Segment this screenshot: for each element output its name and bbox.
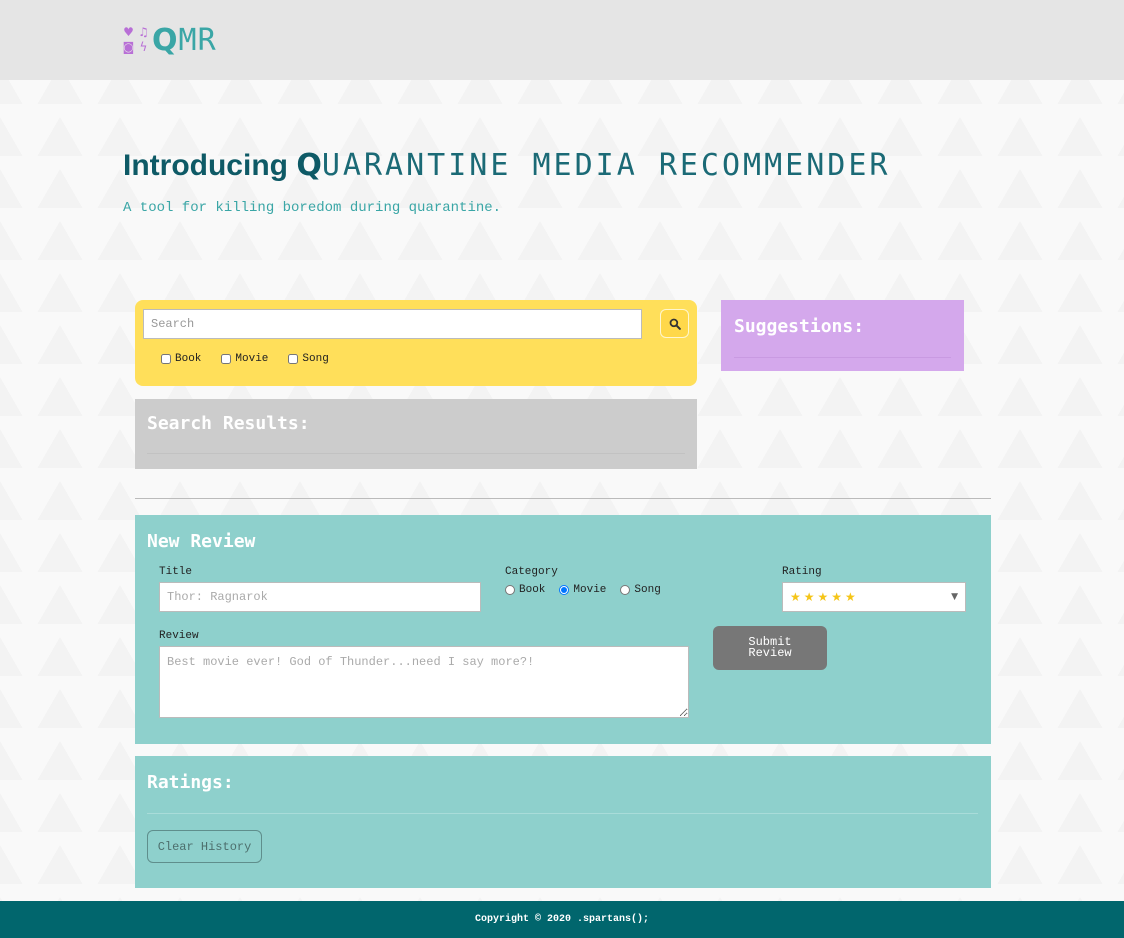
filter-movie-checkbox[interactable] (221, 354, 232, 364)
logo-text: QMR (152, 22, 217, 58)
divider (734, 357, 951, 358)
title-label: Title (159, 566, 193, 578)
search-panel: Book Movie Song (135, 300, 697, 386)
top-bar: ♥ ♫ ◙ ϟ QMR (0, 0, 1124, 80)
review-textarea[interactable] (159, 646, 689, 718)
rating-stars: ★★★★★ (790, 590, 859, 604)
footer: Copyright © 2020 .spartans(); (0, 901, 1124, 938)
filter-book-checkbox[interactable] (161, 354, 171, 364)
search-input[interactable] (143, 309, 642, 339)
logo-icon-group: ♥ ♫ ◙ ϟ (122, 26, 150, 54)
filter-movie[interactable]: Movie (221, 353, 268, 365)
suggestions-panel: Suggestions: (721, 300, 964, 371)
heart-icon: ♥ (123, 25, 134, 39)
bolt-icon: ϟ (139, 40, 148, 54)
divider (147, 813, 978, 814)
copyright-text: Copyright © 2020 .spartans(); (474, 914, 650, 925)
category-label: Category (505, 566, 558, 578)
review-label: Review (159, 630, 199, 642)
category-book[interactable]: Book (505, 584, 545, 596)
search-filters: Book Movie Song (161, 353, 329, 365)
new-review-panel: New Review Title Category Book Movie Son… (135, 515, 991, 744)
search-results-panel: Search Results: (135, 399, 697, 469)
rating-label: Rating (782, 566, 822, 578)
music-icon: ♫ (138, 25, 149, 39)
category-options: Book Movie Song (505, 584, 661, 596)
new-review-title: New Review (147, 531, 256, 552)
title-field[interactable] (159, 582, 481, 612)
submit-review-button[interactable]: Submit Review (713, 626, 827, 670)
category-movie[interactable]: Movie (559, 584, 606, 596)
category-book-radio[interactable] (505, 585, 515, 595)
category-song[interactable]: Song (620, 584, 661, 596)
ratings-panel: Ratings: Clear History (135, 756, 991, 888)
page-title: Introducing QUARANTINE MEDIA RECOMMENDER (123, 148, 891, 183)
suggestions-title: Suggestions: (734, 316, 865, 337)
logo[interactable]: ♥ ♫ ◙ ϟ QMR (122, 22, 217, 58)
search-button[interactable] (660, 309, 689, 338)
ratings-title: Ratings: (147, 772, 234, 793)
filter-song[interactable]: Song (288, 353, 329, 365)
section-divider (135, 498, 991, 499)
filter-song-checkbox[interactable] (288, 354, 299, 364)
chevron-down-icon: ▼ (951, 592, 958, 602)
search-results-title: Search Results: (147, 413, 310, 434)
clear-history-button[interactable]: Clear History (147, 830, 262, 863)
rating-select[interactable]: ★★★★★ ▼ (782, 582, 966, 612)
category-song-radio[interactable] (620, 585, 631, 595)
filter-book[interactable]: Book (161, 353, 201, 365)
category-movie-radio[interactable] (559, 585, 570, 595)
divider (147, 453, 685, 454)
camera-icon: ◙ (122, 40, 135, 54)
search-icon (669, 318, 681, 330)
page-subtitle: A tool for killing boredom during quaran… (123, 200, 502, 216)
